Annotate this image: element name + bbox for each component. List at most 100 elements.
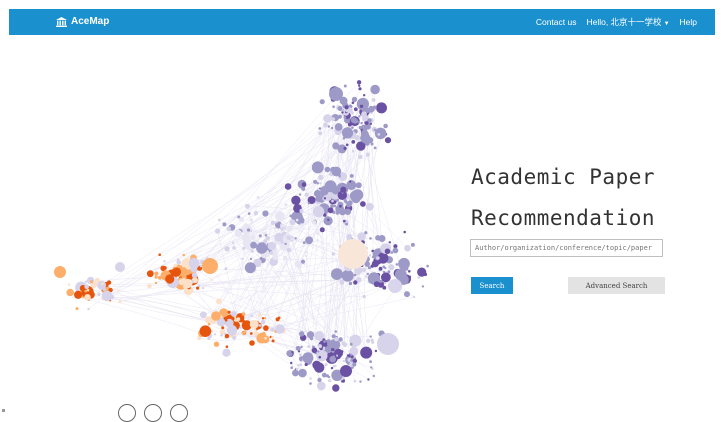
graph-node <box>242 331 246 335</box>
graph-node <box>353 280 357 284</box>
graph-node <box>422 285 424 287</box>
graph-node <box>84 294 90 300</box>
graph-node <box>249 340 255 346</box>
graph-node <box>403 265 407 269</box>
graph-node <box>222 349 230 357</box>
graph-hub-node <box>202 258 218 274</box>
graph-node <box>84 285 89 290</box>
graph-node <box>332 167 342 177</box>
search-button[interactable]: Search <box>471 277 513 294</box>
graph-node <box>360 133 370 143</box>
graph-node <box>211 311 221 321</box>
graph-node <box>263 239 267 243</box>
graph-node <box>391 251 394 254</box>
graph-node <box>235 230 243 238</box>
graph-node <box>413 296 415 298</box>
graph-hub-node <box>115 262 125 272</box>
graph-node <box>377 133 380 136</box>
graph-node <box>216 299 222 305</box>
graph-node <box>272 339 275 342</box>
graph-node <box>354 107 358 111</box>
graph-node <box>350 174 354 178</box>
graph-node <box>331 117 335 121</box>
graph-node <box>338 337 342 341</box>
graph-node <box>297 364 299 366</box>
graph-node <box>305 251 307 253</box>
graph-node <box>271 336 274 339</box>
graph-node <box>329 356 336 363</box>
help-link[interactable]: Help <box>680 17 697 27</box>
graph-node <box>299 354 302 357</box>
graph-node <box>256 240 259 243</box>
graph-node <box>245 262 256 273</box>
graph-node <box>344 147 347 150</box>
graph-node <box>331 268 343 280</box>
carousel-dot[interactable] <box>144 404 162 422</box>
graph-node <box>186 275 189 278</box>
graph-node <box>352 150 355 153</box>
graph-node <box>327 219 329 221</box>
graph-node <box>319 182 321 184</box>
graph-hub-node <box>377 333 399 355</box>
graph-node <box>259 234 262 237</box>
graph-node <box>335 123 343 131</box>
graph-node <box>251 250 254 253</box>
graph-node <box>339 205 342 208</box>
graph-node <box>242 320 245 323</box>
graph-node <box>289 215 292 218</box>
advanced-search-button[interactable]: Advanced Search <box>568 277 665 294</box>
graph-node <box>331 367 333 369</box>
graph-node <box>341 341 345 345</box>
graph-node <box>383 124 388 129</box>
contact-us-link[interactable]: Contact us <box>536 17 577 27</box>
graph-node <box>366 153 370 157</box>
graph-node <box>352 189 363 200</box>
graph-node <box>259 324 262 327</box>
graph-node <box>360 105 363 108</box>
graph-node <box>283 256 287 260</box>
graph-node <box>367 273 369 275</box>
hero-title-line1: Academic Paper <box>471 165 711 189</box>
graph-node <box>352 362 356 366</box>
graph-node <box>250 235 255 240</box>
graph-node <box>280 219 282 221</box>
carousel-dot[interactable] <box>170 404 188 422</box>
graph-node <box>258 313 262 317</box>
graph-node <box>232 336 236 340</box>
graph-node <box>357 232 366 241</box>
brand-logo[interactable]: AceMap <box>56 9 109 35</box>
graph-node <box>332 351 334 353</box>
graph-hub-node <box>54 266 66 278</box>
graph-node <box>176 260 181 265</box>
user-menu[interactable]: Hello, 北京十一学校▼ <box>586 16 669 28</box>
brand-name: AceMap <box>71 9 109 35</box>
graph-node <box>360 347 372 359</box>
graph-node <box>262 210 268 216</box>
graph-node <box>356 182 362 188</box>
graph-node <box>350 343 353 346</box>
graph-node <box>87 308 89 310</box>
graph-node <box>250 258 252 260</box>
graph-node <box>371 368 373 370</box>
graph-node <box>327 183 337 193</box>
graph-node <box>163 266 167 270</box>
graph-node <box>182 254 185 257</box>
caret-down-icon: ▼ <box>664 21 670 27</box>
corner-marker <box>2 409 5 412</box>
graph-node <box>210 279 212 281</box>
search-input[interactable] <box>470 239 663 257</box>
graph-node <box>313 206 324 217</box>
graph-node <box>205 316 213 324</box>
graph-node <box>301 260 305 264</box>
graph-node <box>348 183 351 186</box>
graph-node <box>158 253 161 256</box>
graph-node <box>363 295 366 298</box>
graph-node <box>101 282 104 285</box>
carousel-dot[interactable] <box>118 404 136 422</box>
graph-node <box>307 345 310 348</box>
graph-node <box>292 370 299 377</box>
graph-node <box>200 311 207 318</box>
graph-node <box>371 264 374 267</box>
graph-node <box>250 320 259 329</box>
graph-node <box>361 111 367 117</box>
